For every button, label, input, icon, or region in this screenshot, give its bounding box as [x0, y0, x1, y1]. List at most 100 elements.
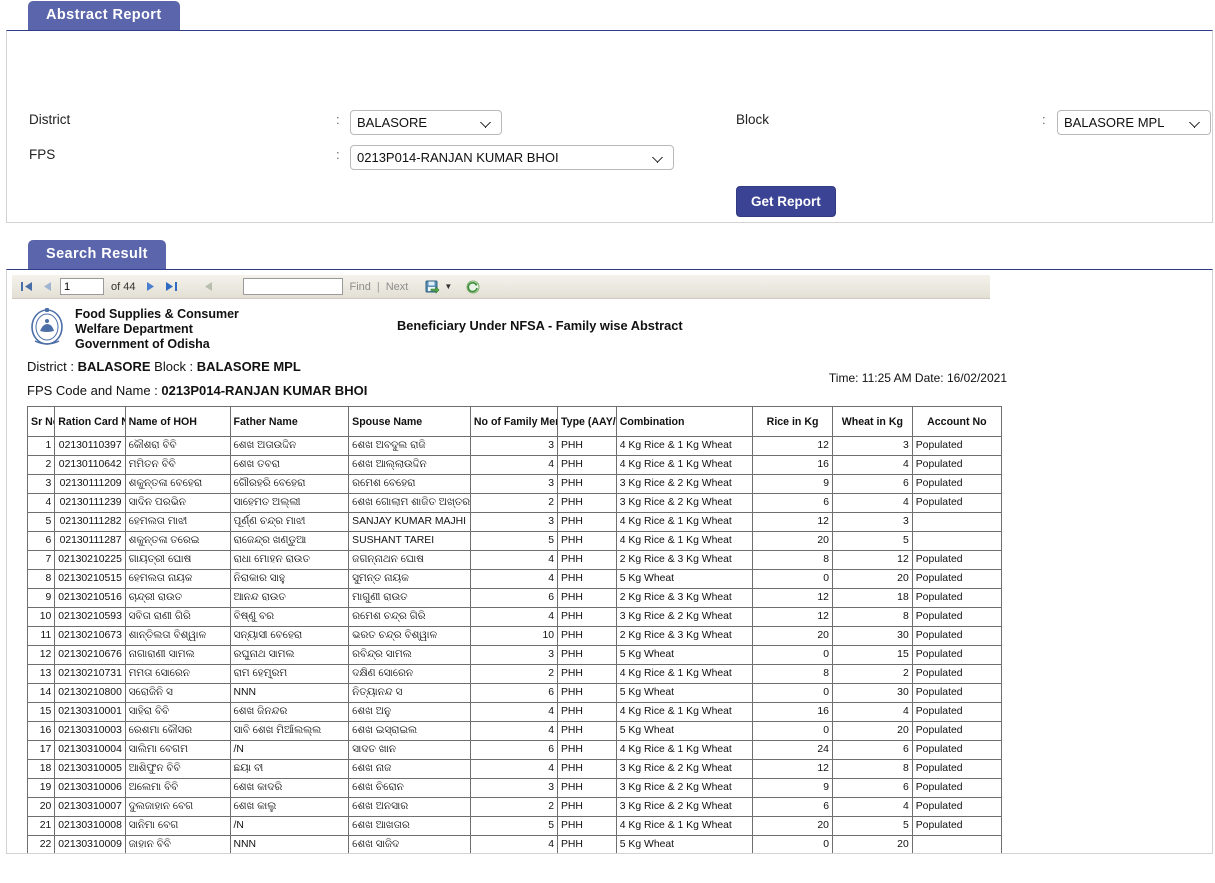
- back-to-parent-icon[interactable]: [200, 280, 216, 294]
- next-link[interactable]: Next: [385, 281, 410, 293]
- department-name: Food Supplies & Consumer Welfare Departm…: [75, 305, 239, 352]
- block-select[interactable]: BALASORE MPL: [1057, 110, 1211, 135]
- block-label: Block: [736, 112, 770, 127]
- table-cell-rice-in-kg: 6: [752, 493, 833, 513]
- table-cell-ration-card-no[interactable]: 02130210800: [54, 683, 126, 703]
- table-cell-ration-card-no[interactable]: 02130210225: [54, 550, 126, 570]
- table-cell-ration-card-no[interactable]: 02130310009: [54, 835, 126, 853]
- table-cell-account-no: Populated: [911, 816, 1003, 836]
- block-colon: :: [1042, 112, 1046, 127]
- tab-search-result[interactable]: Search Result: [28, 240, 166, 269]
- table-cell-ration-card-no[interactable]: 02130210593: [54, 607, 126, 627]
- table-cell-name-of-hoh: ହେମଲତା ମାଝୀ: [124, 512, 231, 532]
- table-cell-name-of-hoh: ଦୁଲଜାହାନ ବେଗ: [124, 797, 231, 817]
- table-cell-spouse-name: ଶେଖ ଆଲ୍ଲାଉଦ୍ଦିନ: [348, 455, 471, 475]
- table-cell-ration-card-no[interactable]: 02130110397: [54, 436, 126, 456]
- page-number-input[interactable]: [60, 278, 104, 295]
- table-cell-rice-in-kg: 20: [752, 626, 833, 646]
- find-input[interactable]: [243, 278, 344, 295]
- table-cell-wheat-in-kg: 15: [831, 645, 913, 665]
- report-page: Abstract Report District : BALASORE Bloc…: [0, 0, 1215, 883]
- table-cell-spouse-name: ଦକ୍ଷିଣ ସୋରେନ: [348, 664, 471, 684]
- table-cell-ration-card-no[interactable]: 02130210673: [54, 626, 126, 646]
- table-cell-rice-in-kg: 20: [752, 816, 833, 836]
- table-cell-ration-card-no[interactable]: 02130310006: [54, 778, 126, 798]
- table-cell-name-of-hoh: ନାଗାରାଣୀ ସାମଲ: [124, 645, 231, 665]
- table-cell-family-members: 4: [469, 607, 559, 627]
- table-cell-father-name: ଗୌରହରି ବେହେରା: [229, 474, 350, 494]
- table-cell-father-name: /N: [229, 816, 350, 836]
- first-page-icon[interactable]: [18, 280, 34, 294]
- table-cell-account-no: Populated: [911, 493, 1003, 513]
- fps-select[interactable]: 0213P014-RANJAN KUMAR BHOI: [350, 145, 674, 170]
- abstract-report-panel: Abstract Report District : BALASORE Bloc…: [0, 0, 1215, 223]
- table-cell-ration-card-no[interactable]: 02130111239: [54, 493, 126, 513]
- table-cell-ration-card-no[interactable]: 02130210515: [54, 569, 126, 589]
- table-cell-ration-card-no[interactable]: 02130310004: [54, 740, 126, 760]
- table-cell-family-members: 5: [469, 816, 559, 836]
- report-fps-value: 0213P014-RANJAN KUMAR BHOI: [161, 383, 368, 398]
- table-cell-family-members: 4: [469, 702, 559, 722]
- table-cell-combination: 5 Kg Wheat: [615, 645, 754, 665]
- table-cell-sr-no: 19: [26, 778, 56, 798]
- tab-abstract-report[interactable]: Abstract Report: [28, 1, 180, 30]
- table-cell-ration-card-no[interactable]: 02130110642: [54, 455, 126, 475]
- table-cell-sr-no: 22: [26, 835, 56, 853]
- filter-form: District : BALASORE Block : BALASORE MPL…: [6, 30, 1213, 223]
- table-cell-name-of-hoh: ଜାହାନ ବିବି: [124, 835, 231, 853]
- table-cell-combination: 3 Kg Rice & 2 Kg Wheat: [615, 493, 754, 513]
- table-cell-spouse-name: ନିତ୍ୟାନନ୍ଦ ସ: [348, 683, 471, 703]
- previous-page-icon[interactable]: [39, 280, 55, 294]
- table-cell-spouse-name: ଶେଖ ଅବଦୁଲ ରାଜି: [348, 436, 471, 456]
- table-cell-father-name: ଶେଖ କାଲୁ: [229, 797, 350, 817]
- table-cell-wheat-in-kg: 3: [831, 436, 913, 456]
- table-cell-ration-card-no[interactable]: 02130210676: [54, 645, 126, 665]
- table-cell-name-of-hoh: ସାଲିମା ବେଗମ: [124, 740, 231, 760]
- last-page-icon[interactable]: [163, 280, 179, 294]
- table-cell-sr-no: 16: [26, 721, 56, 741]
- table-cell-father-name: ରାଧା ମୋହନ ରାଉତ: [229, 550, 350, 570]
- table-cell-ration-card-no[interactable]: 02130310001: [54, 702, 126, 722]
- table-cell-rice-in-kg: 20: [752, 531, 833, 551]
- next-page-icon[interactable]: [142, 280, 158, 294]
- table-cell-sr-no: 14: [26, 683, 56, 703]
- table-cell-ration-card-no[interactable]: 02130111282: [54, 512, 126, 532]
- abstract-report-tab-strip: Abstract Report: [0, 0, 1215, 30]
- export-dropdown-icon[interactable]: ▼: [444, 282, 452, 291]
- table-cell-ration-card-no[interactable]: 02130310005: [54, 759, 126, 779]
- table-cell-father-name: ଶେଖ ଜିନନ୍ଦର: [229, 702, 350, 722]
- table-cell-ration-card-no[interactable]: 02130210731: [54, 664, 126, 684]
- get-report-button[interactable]: Get Report: [736, 186, 836, 217]
- table-cell-name-of-hoh: ସାଦିନ ପରଭିନ: [124, 493, 231, 513]
- table-cell-account-no: [911, 835, 1003, 853]
- table-cell-rice-in-kg: 8: [752, 664, 833, 684]
- report-time-date: Time: 11:25 AM Date: 16/02/2021: [828, 371, 1007, 385]
- table-cell-father-name: ଶେଖ କାଦରି: [229, 778, 350, 798]
- table-cell-ration-card-no[interactable]: 02130310007: [54, 797, 126, 817]
- table-cell-ration-card-no[interactable]: 02130310003: [54, 721, 126, 741]
- table-cell-rice-in-kg: 24: [752, 740, 833, 760]
- table-row: 14 02130210800 ସରୋଜିନି ସ NNN ନିତ୍ୟାନନ୍ଦ ସ 6 PH…: [26, 683, 1003, 703]
- table-cell-ration-card-no[interactable]: 02130310008: [54, 816, 126, 836]
- odisha-emblem-icon: [27, 305, 67, 349]
- find-link[interactable]: Find: [348, 281, 371, 293]
- table-cell-family-members: 3: [469, 512, 559, 532]
- table-cell-sr-no: 4: [26, 493, 56, 513]
- export-save-icon[interactable]: [424, 280, 441, 294]
- refresh-icon[interactable]: [465, 280, 481, 294]
- table-cell-sr-no: 2: [26, 455, 56, 475]
- table-cell-spouse-name: ଶେଖ ସାଜିଦ: [348, 835, 471, 853]
- table-cell-spouse-name: ରମେଶ ଚନ୍ଦ୍ର ଗିରି: [348, 607, 471, 627]
- table-cell-ration-card-no[interactable]: 02130111209: [54, 474, 126, 494]
- district-select[interactable]: BALASORE: [350, 110, 502, 135]
- table-cell-account-no: Populated: [911, 664, 1003, 684]
- table-cell-father-name: ବିଷ୍ଣୁ ବର: [229, 607, 350, 627]
- table-cell-combination: 2 Kg Rice & 3 Kg Wheat: [615, 550, 754, 570]
- column-header-type: Type (AAY/PHH): [557, 406, 617, 437]
- table-cell-ration-card-no[interactable]: 02130210516: [54, 588, 126, 608]
- table-cell-combination: 4 Kg Rice & 1 Kg Wheat: [615, 512, 754, 532]
- table-cell-family-members: 2: [469, 797, 559, 817]
- table-cell-ration-card-no[interactable]: 02130111287: [54, 531, 126, 551]
- table-cell-father-name: ସନ୍ୟାସୀ ବେହେରା: [229, 626, 350, 646]
- table-cell-rice-in-kg: 12: [752, 607, 833, 627]
